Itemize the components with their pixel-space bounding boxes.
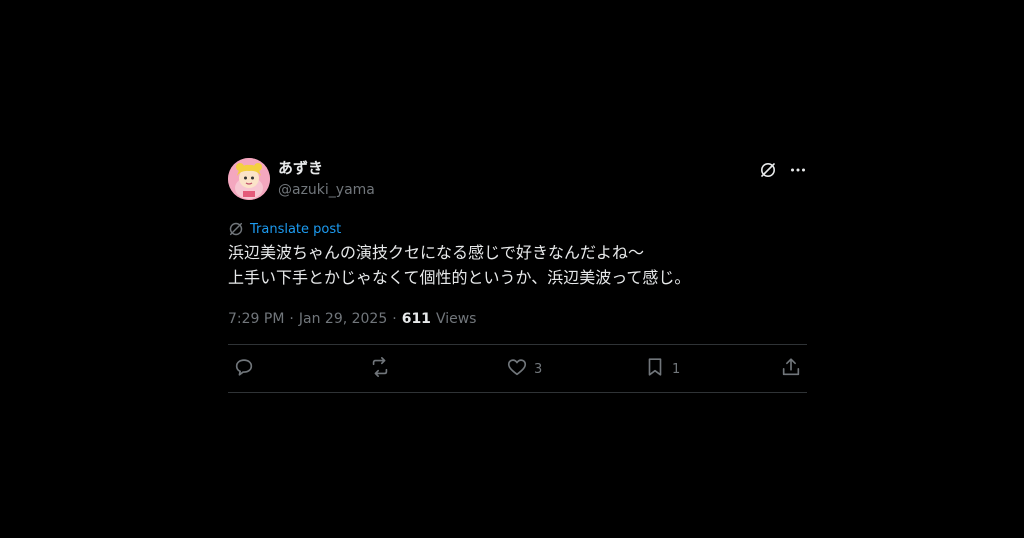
divider-bottom [228,392,807,393]
heart-icon [506,356,528,382]
grok-icon[interactable] [759,161,777,179]
tweet-date[interactable]: Jan 29, 2025 [299,311,387,327]
bookmark-count: 1 [672,361,681,377]
meta-separator: · [289,311,294,327]
tweet-text: 浜辺美波ちゃんの演技クセになる感じで好きなんだよね〜 上手い下手とかじゃなくて個… [228,243,691,287]
avatar-image [228,158,270,200]
bookmark-icon [644,356,666,382]
views-label: Views [435,311,477,327]
tweet-header: あずき @azuki_yama [228,156,807,202]
author-names: あずき @azuki_yama [278,159,375,200]
like-button[interactable]: 3 [506,356,542,382]
tweet-meta: 7:29 PM · Jan 29, 2025 · 611 Views [228,309,807,329]
translate-post-link[interactable]: Translate post [250,222,341,237]
translate-row: Translate post [228,220,807,238]
share-button[interactable] [780,356,802,382]
views-count: 611 [401,311,431,327]
top-actions [759,161,807,179]
repost-icon [369,356,391,382]
display-name[interactable]: あずき [278,159,375,178]
meta-separator: · [392,311,397,327]
divider-top [228,344,807,345]
more-icon[interactable] [789,161,807,179]
tweet-time[interactable]: 7:29 PM [228,311,284,327]
bookmark-button[interactable]: 1 [644,356,680,382]
like-count: 3 [534,361,543,377]
action-bar: 3 1 [228,356,807,380]
translate-icon [228,221,244,237]
tweet-card: あずき @azuki_yama Translate post 浜辺美波ちゃんの演… [228,156,807,393]
repost-button[interactable] [369,356,391,382]
avatar[interactable] [228,158,270,200]
user-handle[interactable]: @azuki_yama [278,180,375,200]
reply-icon [233,356,255,382]
share-icon [780,356,802,382]
reply-button[interactable] [233,356,255,382]
